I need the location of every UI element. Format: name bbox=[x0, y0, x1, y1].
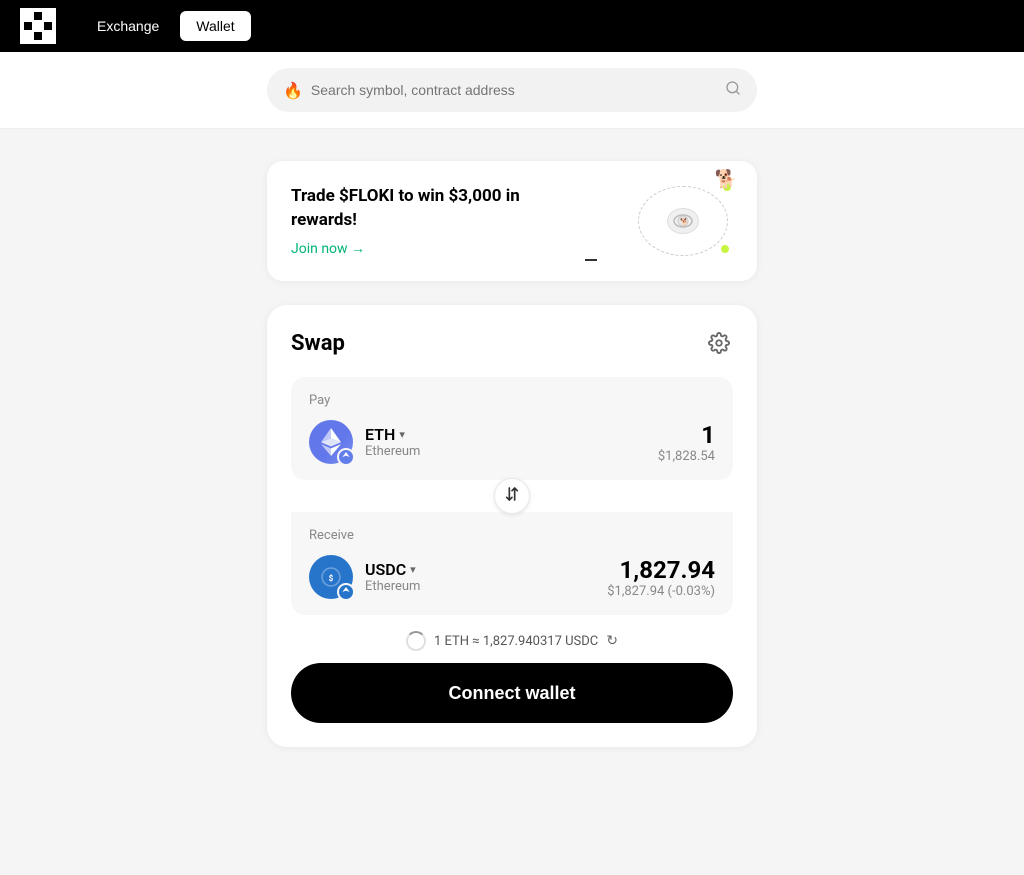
receive-section: Receive $ bbox=[291, 512, 733, 615]
receive-label: Receive bbox=[309, 528, 715, 543]
pay-amount-value: 1 bbox=[658, 421, 715, 449]
orbit-satellite: 🐕 bbox=[715, 169, 737, 190]
promo-illustration: 🐕 🐕 bbox=[633, 181, 733, 261]
rate-loader-icon bbox=[406, 631, 426, 651]
swap-header: Swap bbox=[291, 329, 733, 357]
svg-text:$: $ bbox=[329, 573, 334, 583]
pay-token-info: ETH ▾ Ethereum bbox=[365, 425, 420, 459]
receive-token-left: $ USDC ▾ bbox=[309, 555, 420, 599]
rate-info: 1 ETH ≈ 1,827.940317 USDC ↻ bbox=[291, 631, 733, 651]
rate-refresh-icon[interactable]: ↻ bbox=[606, 633, 618, 649]
pay-token-name: ETH bbox=[365, 425, 395, 444]
swap-flip-button[interactable] bbox=[494, 478, 530, 514]
receive-amount-usd: $1,827.94 (-0.03%) bbox=[607, 584, 715, 599]
usdc-network-badge bbox=[337, 583, 355, 601]
receive-amount-value: 1,827.94 bbox=[607, 556, 715, 584]
promo-headline: Trade $FLOKI to win $3,000 in rewards! bbox=[291, 185, 551, 233]
tab-exchange[interactable]: Exchange bbox=[80, 11, 176, 41]
fire-icon: 🔥 bbox=[283, 81, 303, 100]
receive-token-network: Ethereum bbox=[365, 579, 420, 594]
eth-token-icon bbox=[309, 420, 353, 464]
tab-wallet[interactable]: Wallet bbox=[180, 11, 250, 41]
main-content: Trade $FLOKI to win $3,000 in rewards! J… bbox=[0, 129, 1024, 779]
promo-minimize-bar bbox=[585, 259, 597, 261]
pay-label: Pay bbox=[309, 393, 715, 408]
usdc-token-icon: $ bbox=[309, 555, 353, 599]
pay-token-name-row[interactable]: ETH ▾ bbox=[365, 425, 420, 444]
receive-token-name: USDC bbox=[365, 560, 406, 579]
search-area: 🔥 bbox=[0, 52, 1024, 129]
receive-token-name-row[interactable]: USDC ▾ bbox=[365, 560, 420, 579]
planet-icon: 🐕 bbox=[667, 208, 699, 234]
pay-section: Pay bbox=[291, 377, 733, 480]
pay-token-row: ETH ▾ Ethereum 1 $1,828.54 bbox=[309, 420, 715, 464]
connect-wallet-button[interactable]: Connect wallet bbox=[291, 663, 733, 723]
swap-title: Swap bbox=[291, 331, 345, 356]
swap-widget: Swap Pay bbox=[267, 305, 757, 747]
receive-token-chevron: ▾ bbox=[410, 563, 416, 576]
pay-amount: 1 $1,828.54 bbox=[658, 421, 715, 464]
receive-token-row: $ USDC ▾ bbox=[309, 555, 715, 599]
nav-tabs: Exchange Wallet bbox=[80, 11, 251, 41]
search-box: 🔥 bbox=[267, 68, 757, 112]
receive-token-info: USDC ▾ Ethereum bbox=[365, 560, 420, 594]
promo-cta[interactable]: Join now → bbox=[291, 240, 551, 257]
orbit-dot-2 bbox=[721, 245, 729, 253]
search-input[interactable] bbox=[311, 82, 717, 98]
pay-token-left: ETH ▾ Ethereum bbox=[309, 420, 420, 464]
pay-token-network: Ethereum bbox=[365, 444, 420, 459]
okx-logo bbox=[20, 8, 56, 44]
swap-arrows-icon bbox=[504, 486, 520, 507]
header: Exchange Wallet bbox=[0, 0, 1024, 52]
settings-icon[interactable] bbox=[705, 329, 733, 357]
pay-token-chevron: ▾ bbox=[399, 428, 405, 441]
promo-banner: Trade $FLOKI to win $3,000 in rewards! J… bbox=[267, 161, 757, 281]
rate-text: 1 ETH ≈ 1,827.940317 USDC bbox=[434, 634, 598, 649]
eth-network-badge bbox=[337, 448, 355, 466]
swap-divider bbox=[291, 478, 733, 514]
svg-text:🐕: 🐕 bbox=[680, 217, 689, 226]
search-icon bbox=[725, 80, 741, 100]
receive-amount: 1,827.94 $1,827.94 (-0.03%) bbox=[607, 556, 715, 599]
pay-amount-usd: $1,828.54 bbox=[658, 449, 715, 464]
promo-text: Trade $FLOKI to win $3,000 in rewards! J… bbox=[291, 185, 551, 258]
